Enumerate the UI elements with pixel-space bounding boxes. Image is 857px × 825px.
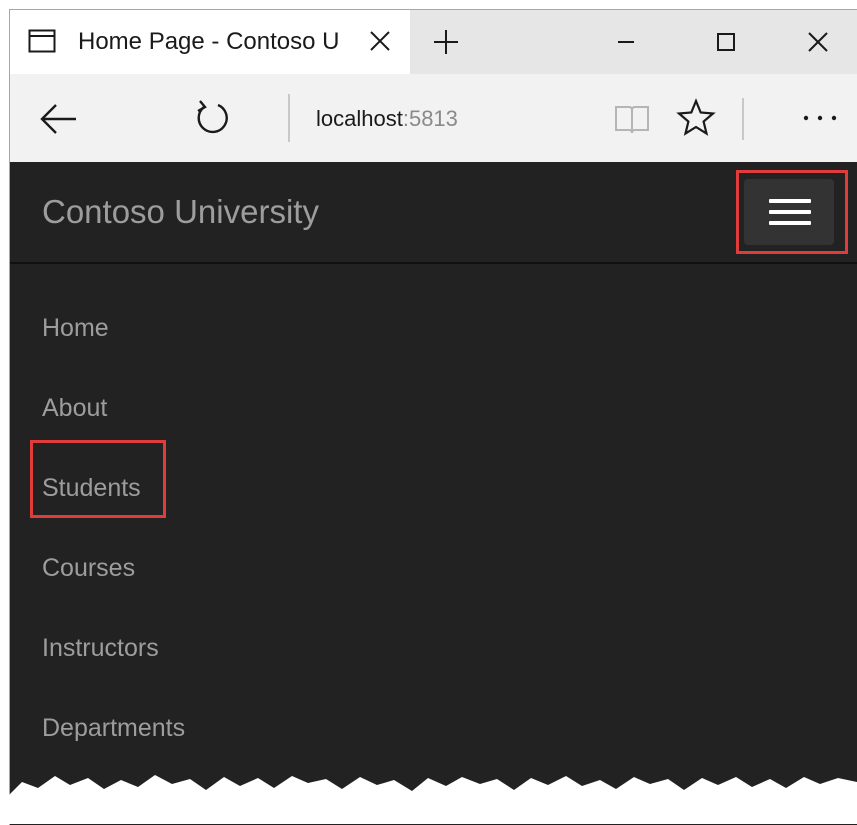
menu-toggle-button[interactable] <box>744 179 834 245</box>
address-bar[interactable]: localhost:5813 <box>316 102 458 136</box>
ellipsis-icon[interactable] <box>798 104 842 132</box>
star-icon[interactable] <box>676 98 716 138</box>
hamburger-icon <box>769 221 811 225</box>
address-host: localhost <box>316 106 403 131</box>
nav-item-departments[interactable]: Departments <box>42 708 185 748</box>
tab-title: Home Page - Contoso U <box>78 28 340 55</box>
browser-toolbar: localhost:5813 <box>10 74 857 162</box>
book-icon[interactable] <box>612 102 652 136</box>
hamburger-icon <box>769 199 811 203</box>
close-icon[interactable] <box>368 29 392 53</box>
navbar-divider <box>10 262 857 264</box>
nav-item-home[interactable]: Home <box>42 308 109 348</box>
maximize-icon[interactable] <box>710 26 742 58</box>
minimize-icon[interactable] <box>610 26 642 58</box>
brand-link[interactable]: Contoso University <box>42 190 319 234</box>
site-navbar: Contoso University Home About Students C… <box>10 162 857 825</box>
tab-bar: Home Page - Contoso U <box>10 10 857 74</box>
address-port: :5813 <box>402 106 458 131</box>
plus-icon[interactable] <box>430 26 462 58</box>
arrow-left-icon[interactable] <box>38 102 78 136</box>
nav-item-instructors[interactable]: Instructors <box>42 628 159 668</box>
page-icon <box>28 29 56 53</box>
toolbar-separator <box>742 98 744 140</box>
hamburger-icon <box>769 210 811 214</box>
browser-window: Home Page - Contoso U localhost:5813 Con… <box>9 9 857 825</box>
nav-item-students[interactable]: Students <box>42 468 141 508</box>
refresh-icon[interactable] <box>192 98 232 138</box>
browser-tab-home[interactable]: Home Page - Contoso U <box>10 10 410 74</box>
close-icon[interactable] <box>802 26 834 58</box>
nav-item-about[interactable]: About <box>42 388 107 428</box>
nav-item-courses[interactable]: Courses <box>42 548 135 588</box>
address-separator <box>288 94 290 142</box>
